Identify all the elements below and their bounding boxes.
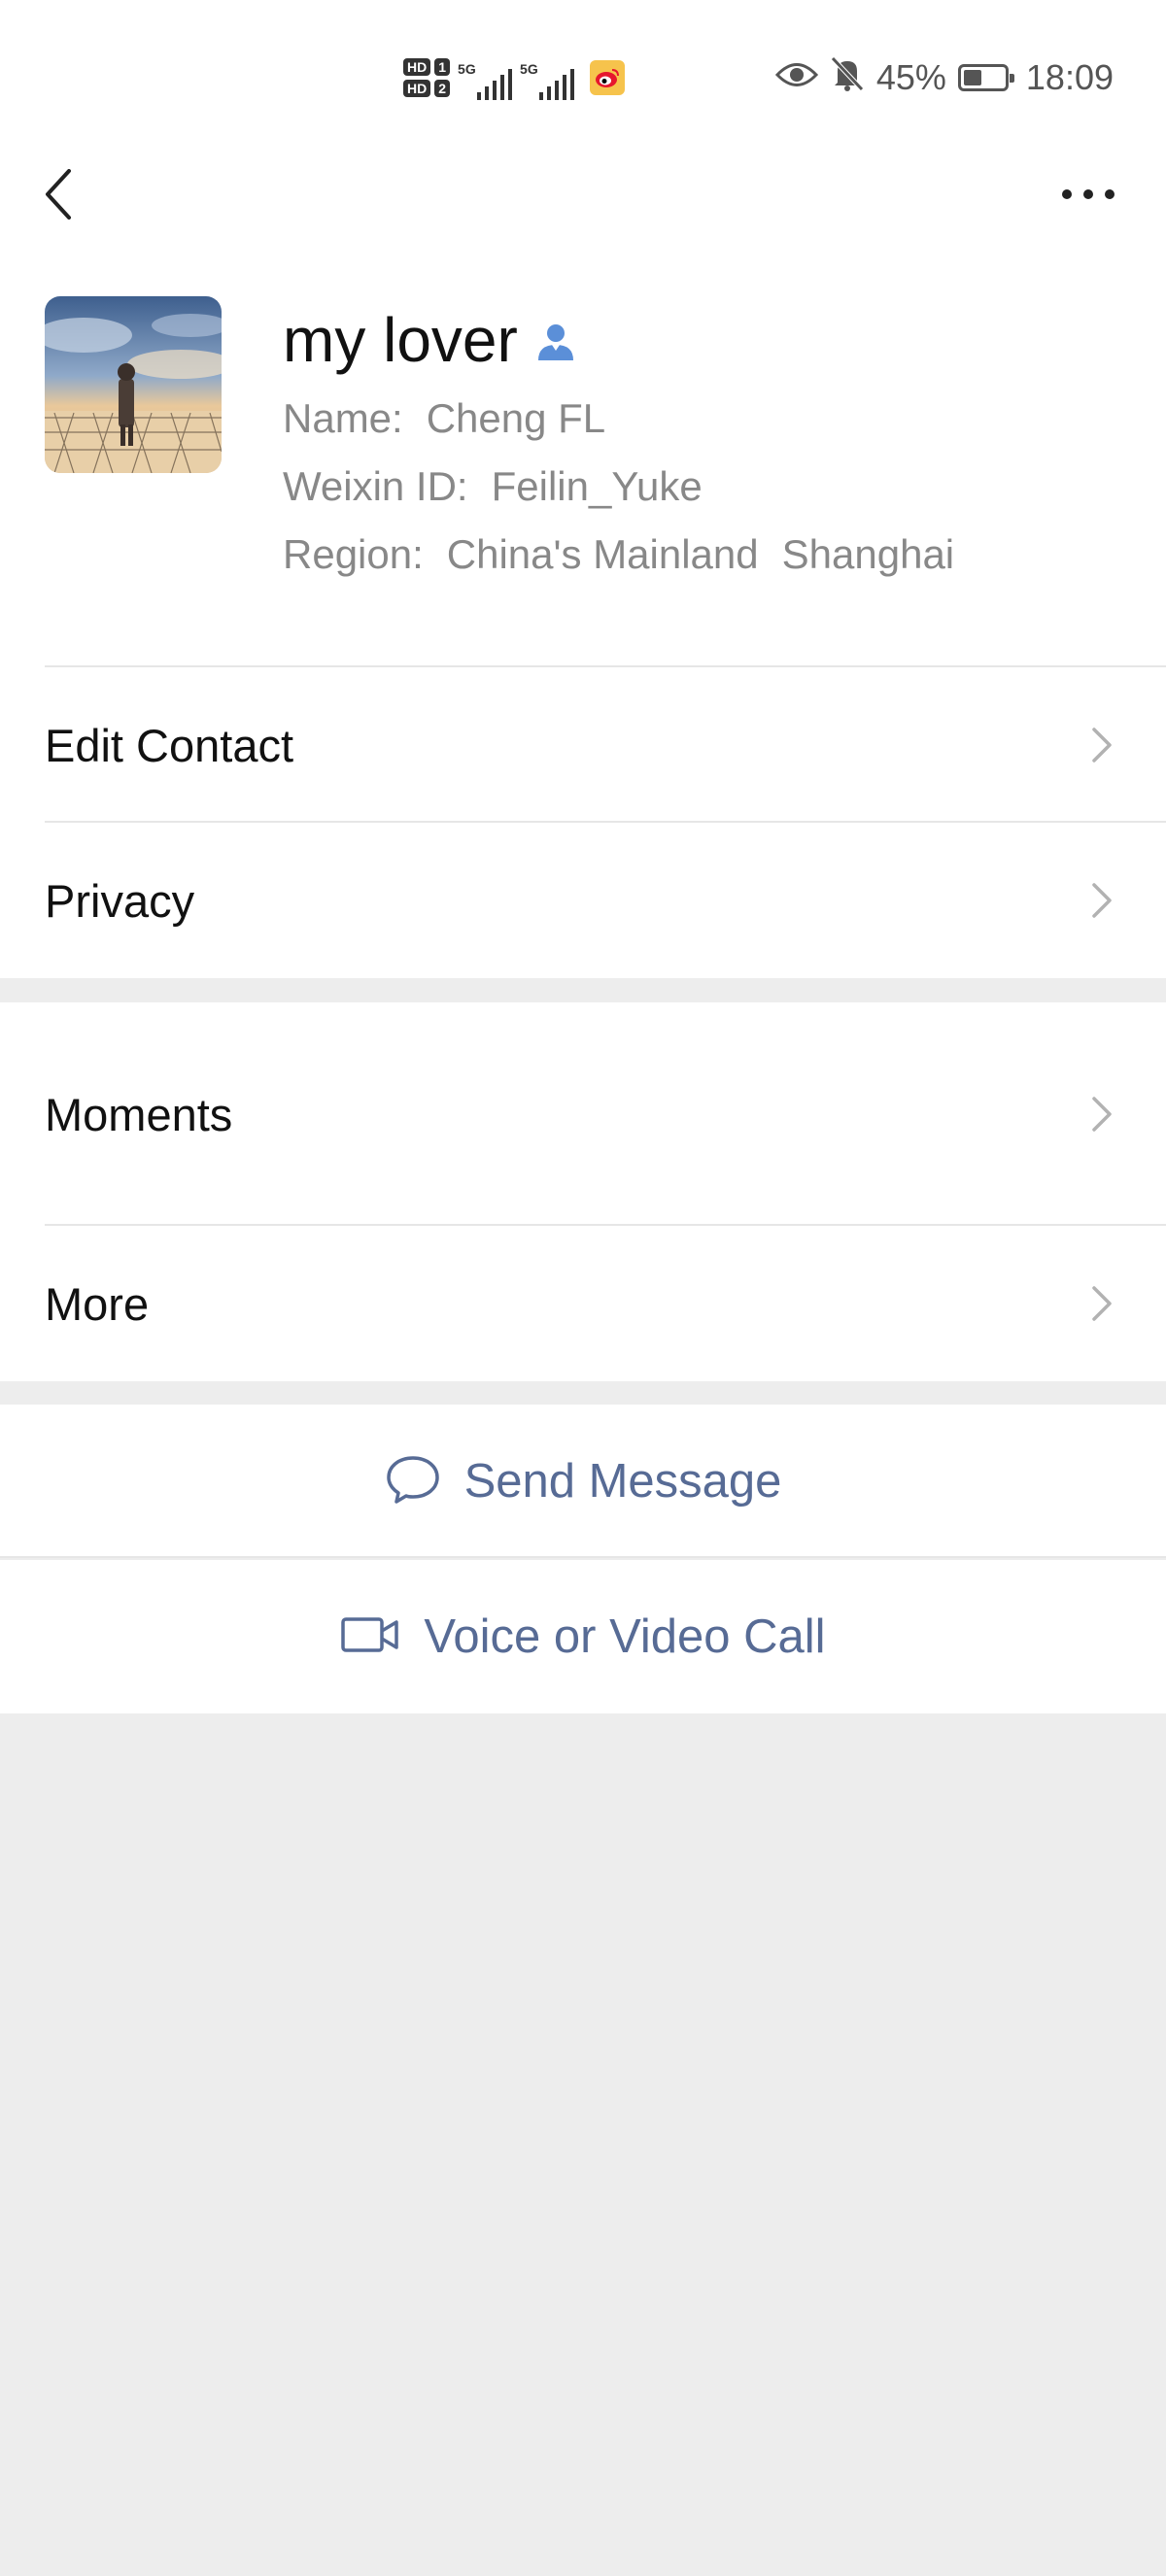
hd-indicators: HD 1 HD 2 (403, 58, 451, 97)
eye-comfort-icon (774, 57, 818, 98)
status-right-group: 45% 18:09 (774, 51, 1114, 105)
back-button[interactable] (29, 155, 87, 233)
weibo-icon (590, 60, 626, 95)
network-type-2: 5G (520, 61, 538, 77)
name-value: Cheng FL (426, 395, 606, 441)
contact-settings-section: Edit Contact Privacy (0, 667, 1166, 978)
contact-person-icon (535, 322, 576, 367)
moments-section: Moments More (0, 1002, 1166, 1381)
moments-row[interactable]: Moments (0, 1002, 1166, 1226)
nickname: my lover (283, 305, 518, 375)
region-country: China's Mainland (446, 531, 759, 577)
more-options-button[interactable] (1049, 155, 1127, 233)
send-message-button[interactable]: Send Message (0, 1405, 1166, 1558)
edit-contact-row[interactable]: Edit Contact (0, 667, 1166, 823)
clock-time: 18:09 (1025, 57, 1114, 97)
mute-bell-icon (830, 55, 865, 101)
name-line: Name: Cheng FL (283, 385, 954, 453)
weixin-id-value: Feilin_Yuke (491, 463, 703, 509)
status-bar: HD 1 HD 2 5G 5G 45% 18:09 (0, 0, 1166, 155)
divider (0, 1556, 1166, 1558)
privacy-label: Privacy (45, 874, 195, 927)
battery-percent: 45% (875, 57, 946, 97)
weixin-id-label: Weixin ID: (283, 463, 468, 509)
network-type-1: 5G (458, 61, 476, 77)
region-label: Region: (283, 531, 424, 577)
video-camera-icon (340, 1615, 400, 1659)
privacy-row[interactable]: Privacy (0, 823, 1166, 978)
nav-bar (0, 146, 1166, 253)
voice-video-call-button[interactable]: Voice or Video Call (0, 1560, 1166, 1713)
hd-sim-2: 2 (434, 80, 451, 97)
more-dots-icon (1062, 189, 1115, 199)
chevron-left-icon (46, 169, 71, 220)
chevron-right-icon (1082, 881, 1121, 920)
hd-tag-2: HD (403, 80, 431, 97)
avatar-image (45, 296, 222, 473)
moments-label: Moments (45, 1088, 233, 1140)
chevron-right-icon (1082, 726, 1121, 764)
profile-header: my lover Name: Cheng FL Weixin ID: Feilin_… (0, 253, 1166, 667)
profile-info: my lover Name: Cheng FL Weixin ID: Feilin_… (283, 301, 954, 589)
status-left-group: HD 1 HD 2 5G 5G (403, 47, 626, 109)
avatar[interactable] (45, 296, 222, 473)
more-row[interactable]: More (0, 1226, 1166, 1381)
signal-icon-sim2: 5G (520, 55, 575, 100)
chevron-right-icon (1082, 1095, 1121, 1134)
weixin-id-line: Weixin ID: Feilin_Yuke (283, 453, 954, 521)
more-label: More (45, 1277, 150, 1330)
chat-bubble-icon (385, 1454, 441, 1509)
hd-sim-1: 1 (434, 58, 451, 76)
battery-icon (957, 64, 1014, 91)
edit-contact-label: Edit Contact (45, 719, 294, 771)
region-city: Shanghai (781, 531, 955, 577)
hd-tag-1: HD (403, 58, 431, 76)
region-line: Region: China's Mainland Shanghai (283, 521, 954, 589)
name-label: Name: (283, 395, 403, 441)
chevron-right-icon (1082, 1284, 1121, 1323)
send-message-label: Send Message (463, 1455, 782, 1508)
voice-video-call-label: Voice or Video Call (424, 1610, 826, 1663)
signal-icon-sim1: 5G (458, 55, 513, 100)
